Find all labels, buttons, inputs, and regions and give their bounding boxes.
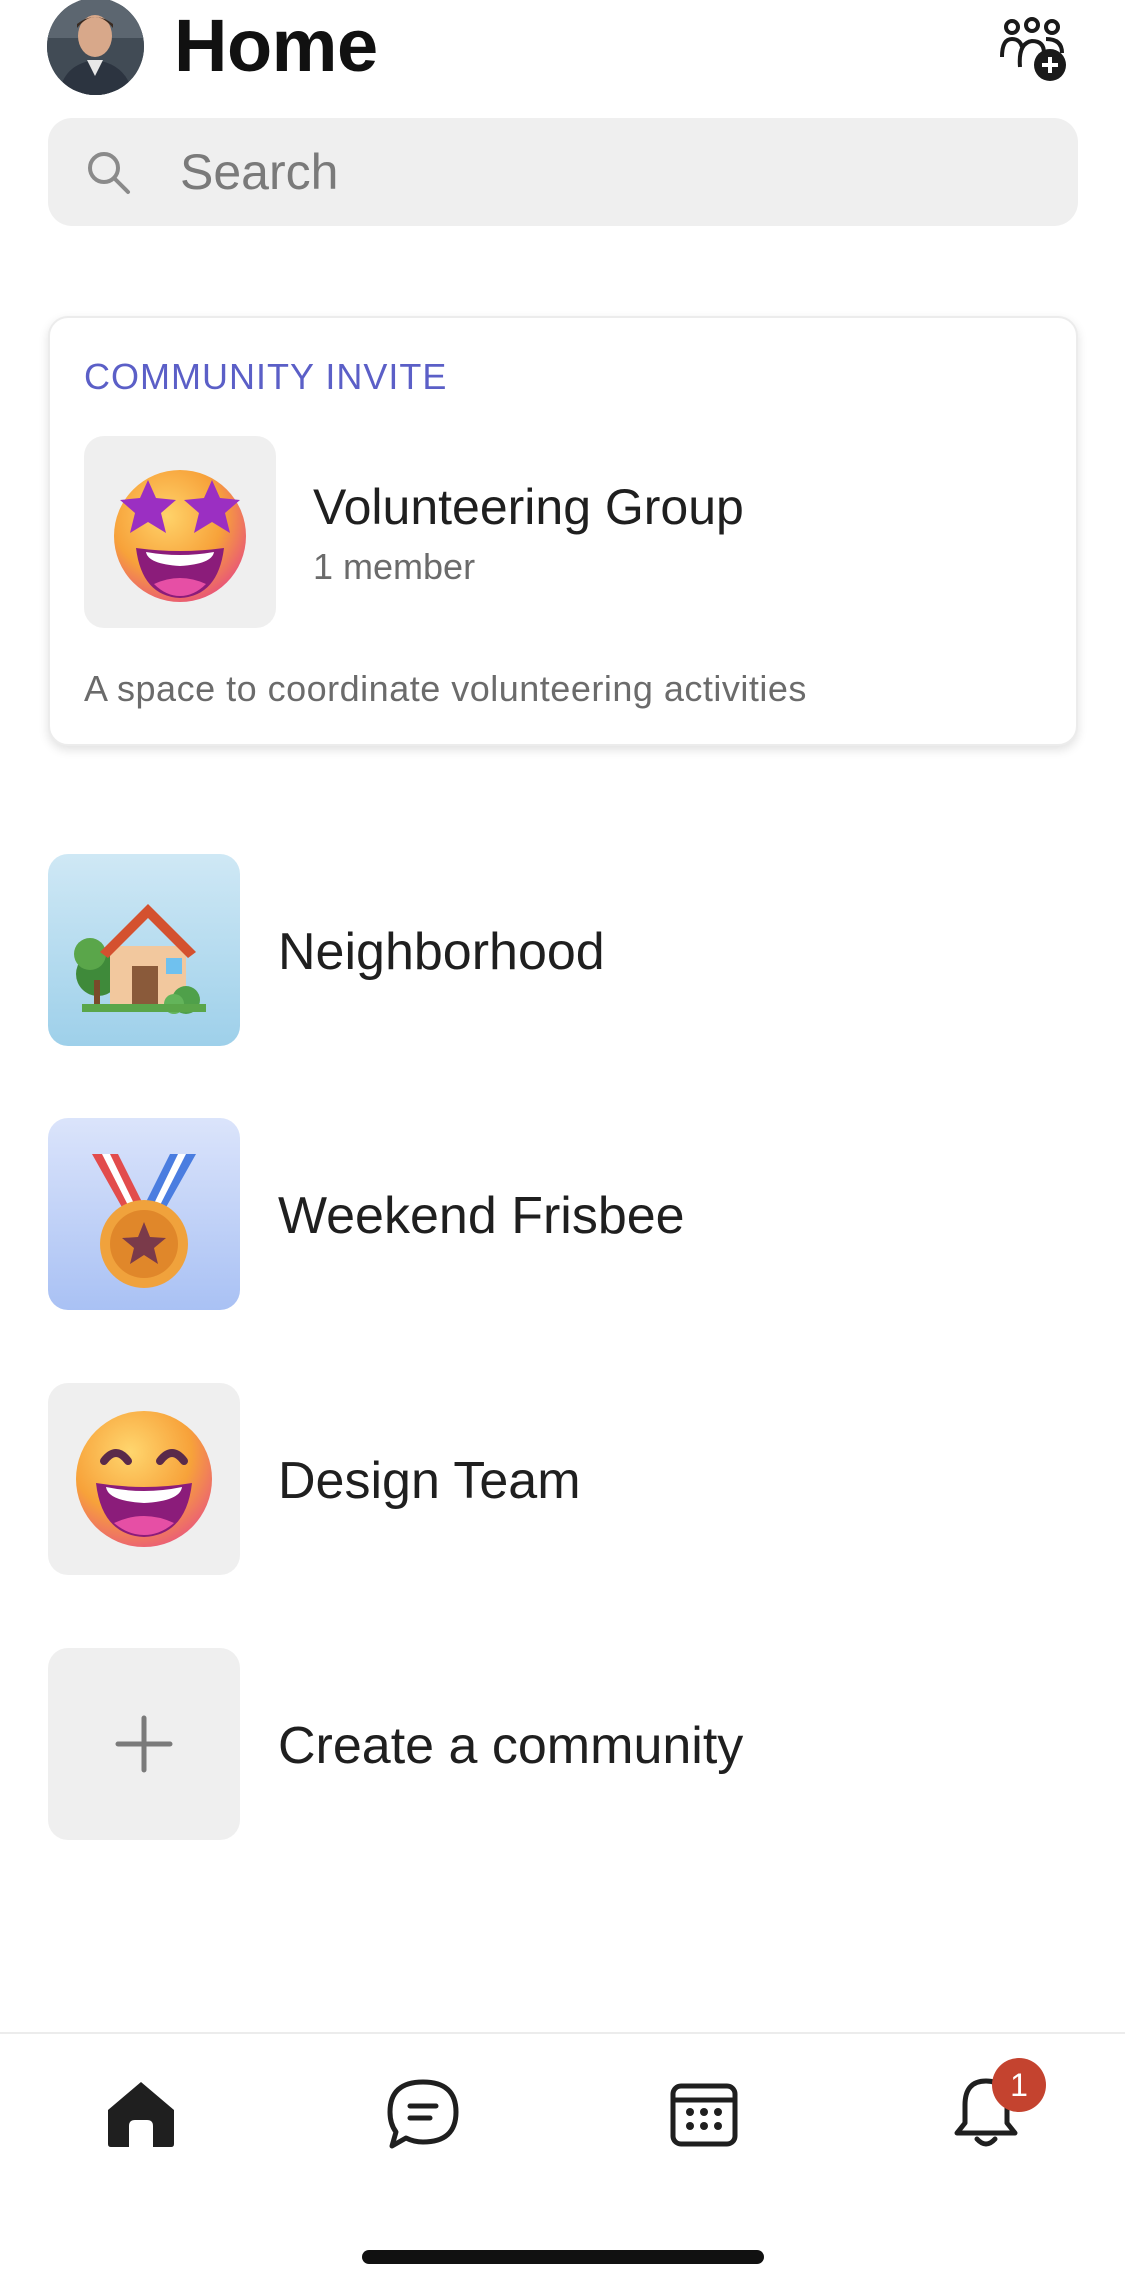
notification-badge: 1 <box>992 2058 1046 2112</box>
community-label: Weekend Frisbee <box>278 1187 685 1245</box>
invite-member-count: 1 member <box>313 546 476 587</box>
user-avatar-icon <box>47 0 144 95</box>
home-indicator <box>362 2250 764 2264</box>
invite-thumbnail <box>84 436 276 628</box>
community-item-neighborhood[interactable]: Neighborhood <box>48 854 1078 1046</box>
community-item-design-team[interactable]: Design Team <box>48 1383 1078 1575</box>
invite-kicker: COMMUNITY INVITE <box>84 356 448 397</box>
create-community-button[interactable]: Create a community <box>48 1648 1078 1840</box>
calendar-icon <box>670 2083 738 2147</box>
star-struck-emoji-icon <box>114 470 246 602</box>
community-label: Neighborhood <box>278 923 605 981</box>
community-thumbnail <box>48 1383 240 1575</box>
house-icon <box>74 904 206 1014</box>
invite-community-name: Volunteering Group <box>313 479 744 535</box>
create-community-thumbnail <box>48 1648 240 1840</box>
plus-icon <box>115 1715 173 1773</box>
community-thumbnail <box>48 854 240 1046</box>
invite-description: A space to coordinate volunteering activ… <box>84 668 807 709</box>
nav-calendar-button[interactable] <box>654 2064 754 2164</box>
community-item-weekend-frisbee[interactable]: Weekend Frisbee <box>48 1118 1078 1310</box>
search-input[interactable] <box>180 138 1040 206</box>
chat-icon <box>387 2079 459 2149</box>
add-community-button[interactable] <box>994 10 1074 90</box>
search-icon <box>88 152 130 194</box>
home-icon <box>108 2082 174 2147</box>
avatar[interactable] <box>47 0 144 95</box>
create-community-label: Create a community <box>278 1717 744 1775</box>
nav-home-button[interactable] <box>91 2064 191 2164</box>
community-thumbnail <box>48 1118 240 1310</box>
community-label: Design Team <box>278 1452 581 1510</box>
page-title: Home <box>174 4 378 87</box>
add-community-icon <box>1000 17 1066 81</box>
grinning-emoji-icon <box>76 1411 212 1547</box>
nav-chat-button[interactable] <box>373 2064 473 2164</box>
medal-icon <box>92 1154 196 1288</box>
